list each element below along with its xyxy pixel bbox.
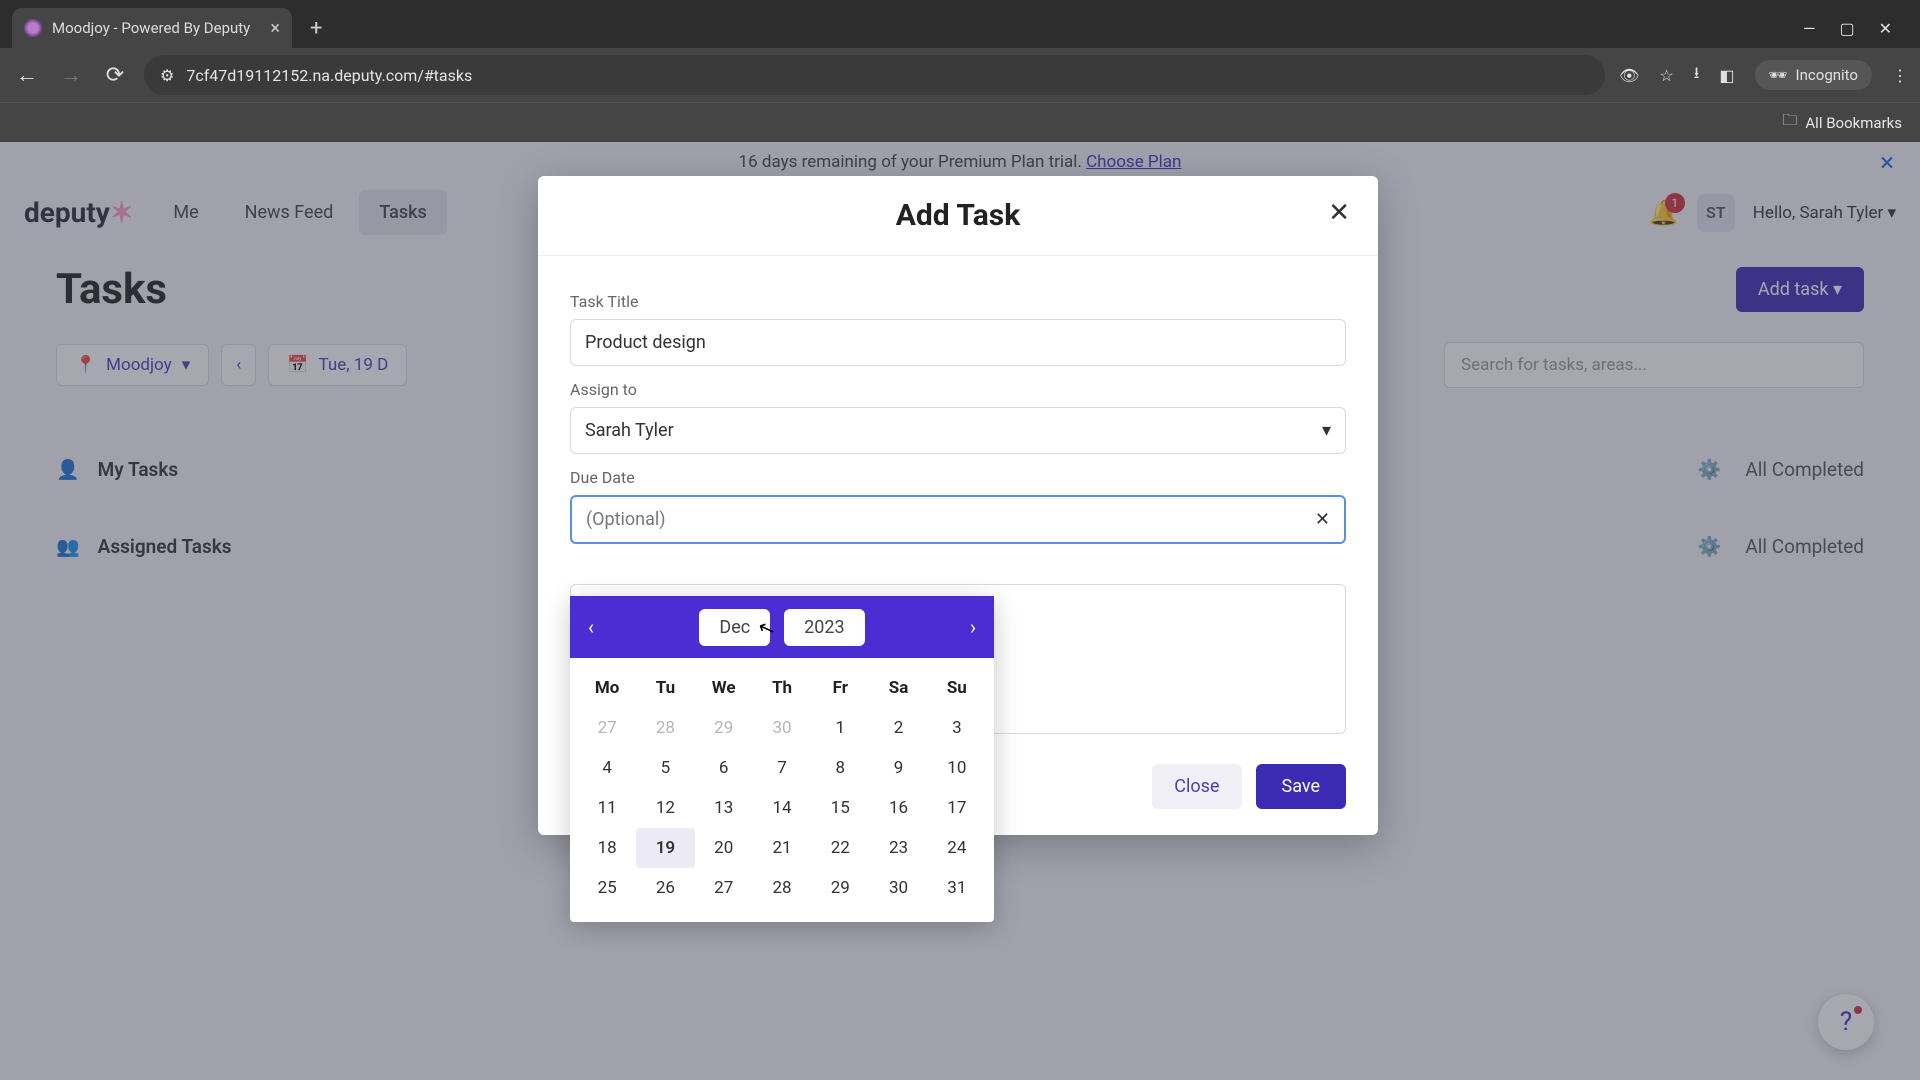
calendar-day[interactable]: 15 [811, 788, 869, 828]
downloads-icon[interactable]: ⭳ [1694, 62, 1700, 89]
calendar-day[interactable]: 20 [695, 828, 753, 868]
prev-month-icon[interactable]: ‹ [588, 615, 594, 639]
calendar-dow: Su [928, 668, 986, 708]
calendar-day[interactable]: 13 [695, 788, 753, 828]
month-select[interactable]: Dec [699, 609, 770, 646]
folder-icon: 🗀 [1782, 110, 1797, 135]
assign-to-label: Assign to [570, 380, 1346, 399]
calendar-dow: Th [753, 668, 811, 708]
forward-icon: → [56, 60, 86, 90]
calendar-dow: Sa [869, 668, 927, 708]
calendar-dow: Tu [636, 668, 694, 708]
calendar-day[interactable]: 14 [753, 788, 811, 828]
chevron-down-icon: ▾ [1322, 420, 1331, 441]
tab-title: Moodjoy - Powered By Deputy [52, 19, 260, 37]
calendar-day[interactable]: 27 [695, 868, 753, 908]
calendar-day[interactable]: 9 [869, 748, 927, 788]
calendar-day[interactable]: 18 [578, 828, 636, 868]
calendar-day[interactable]: 27 [578, 708, 636, 748]
bookmark-star-icon[interactable]: ☆ [1659, 66, 1673, 85]
reload-icon[interactable]: ⟳ [100, 60, 130, 90]
url-text: 7cf47d19112152.na.deputy.com/#tasks [186, 66, 472, 85]
calendar-day[interactable]: 10 [928, 748, 986, 788]
save-button[interactable]: Save [1256, 764, 1347, 809]
all-bookmarks-button[interactable]: 🗀 All Bookmarks [1782, 110, 1902, 135]
due-date-input[interactable]: (Optional) ✕ [570, 495, 1346, 544]
calendar-day[interactable]: 5 [636, 748, 694, 788]
calendar-day[interactable]: 29 [695, 708, 753, 748]
calendar-day[interactable]: 2 [869, 708, 927, 748]
calendar-day[interactable]: 16 [869, 788, 927, 828]
due-date-label: Due Date [570, 468, 1346, 487]
new-tab-button[interactable]: + [300, 10, 332, 47]
calendar-day[interactable]: 31 [928, 868, 986, 908]
calendar-day[interactable]: 26 [636, 868, 694, 908]
calendar-day[interactable]: 29 [811, 868, 869, 908]
close-tab-icon[interactable]: × [270, 18, 280, 39]
tab-bar: Moodjoy - Powered By Deputy × + — ▢ ✕ [0, 0, 1920, 48]
page: 16 days remaining of your Premium Plan t… [0, 142, 1920, 1080]
modal-header: Add Task ✕ [538, 176, 1378, 256]
back-icon[interactable]: ← [12, 60, 42, 90]
browser-chrome: Moodjoy - Powered By Deputy × + — ▢ ✕ ← … [0, 0, 1920, 142]
task-title-label: Task Title [570, 292, 1346, 311]
calendar-day[interactable]: 30 [869, 868, 927, 908]
incognito-label: Incognito [1796, 66, 1858, 84]
calendar-day[interactable]: 4 [578, 748, 636, 788]
calendar-day[interactable]: 30 [753, 708, 811, 748]
sidepanel-icon[interactable]: ◧ [1719, 66, 1734, 85]
add-task-modal: Add Task ✕ Task Title Assign to Sarah Ty… [538, 176, 1378, 835]
maximize-icon[interactable]: ▢ [1839, 19, 1854, 38]
calendar-day[interactable]: 28 [753, 868, 811, 908]
calendar-grid: MoTuWeThFrSaSu27282930123456789101112131… [570, 658, 994, 922]
year-select[interactable]: 2023 [784, 609, 864, 646]
calendar-day[interactable]: 17 [928, 788, 986, 828]
calendar-dow: Mo [578, 668, 636, 708]
close-window-icon[interactable]: ✕ [1879, 19, 1892, 38]
calendar-day[interactable]: 22 [811, 828, 869, 868]
calendar-day[interactable]: 24 [928, 828, 986, 868]
assign-to-value: Sarah Tyler [585, 420, 674, 441]
close-button[interactable]: Close [1152, 764, 1241, 809]
modal-close-icon[interactable]: ✕ [1328, 198, 1350, 228]
calendar-day[interactable]: 12 [636, 788, 694, 828]
calendar-dow: We [695, 668, 753, 708]
calendar-dow: Fr [811, 668, 869, 708]
calendar-day[interactable]: 23 [869, 828, 927, 868]
url-bar: ← → ⟳ ⚙ 7cf47d19112152.na.deputy.com/#ta… [0, 48, 1920, 102]
calendar-day[interactable]: 19 [636, 828, 694, 868]
calendar-day[interactable]: 6 [695, 748, 753, 788]
calendar-header: ‹ Dec 2023 › [570, 596, 994, 658]
incognito-badge[interactable]: 🕶 Incognito [1755, 60, 1873, 90]
kebab-menu-icon[interactable]: ⋮ [1892, 66, 1908, 85]
calendar-day[interactable]: 1 [811, 708, 869, 748]
clear-date-icon[interactable]: ✕ [1315, 509, 1330, 530]
calendar-day[interactable]: 3 [928, 708, 986, 748]
modal-title: Add Task [896, 198, 1021, 233]
all-bookmarks-label: All Bookmarks [1805, 114, 1902, 132]
assign-to-select[interactable]: Sarah Tyler ▾ [570, 407, 1346, 454]
next-month-icon[interactable]: › [970, 615, 976, 639]
incognito-icon: 🕶 [1769, 66, 1788, 84]
favicon-icon [24, 19, 42, 37]
date-picker: ‹ Dec 2023 › MoTuWeThFrSaSu2728293012345… [570, 596, 994, 922]
due-date-placeholder: (Optional) [586, 509, 666, 530]
eye-off-icon[interactable]: 👁 [1619, 66, 1639, 85]
browser-tab[interactable]: Moodjoy - Powered By Deputy × [12, 8, 292, 48]
window-controls: — ▢ ✕ [1803, 19, 1908, 38]
calendar-day[interactable]: 7 [753, 748, 811, 788]
calendar-day[interactable]: 25 [578, 868, 636, 908]
calendar-day[interactable]: 11 [578, 788, 636, 828]
bookmarks-bar: 🗀 All Bookmarks [0, 102, 1920, 142]
url-input[interactable]: ⚙ 7cf47d19112152.na.deputy.com/#tasks [144, 55, 1605, 95]
calendar-day[interactable]: 28 [636, 708, 694, 748]
calendar-day[interactable]: 8 [811, 748, 869, 788]
task-title-input[interactable] [570, 319, 1346, 366]
url-actions: 👁 ☆ ⭳ ◧ 🕶 Incognito ⋮ [1619, 60, 1908, 90]
minimize-icon[interactable]: — [1803, 19, 1816, 38]
site-settings-icon[interactable]: ⚙ [160, 66, 174, 85]
calendar-day[interactable]: 21 [753, 828, 811, 868]
